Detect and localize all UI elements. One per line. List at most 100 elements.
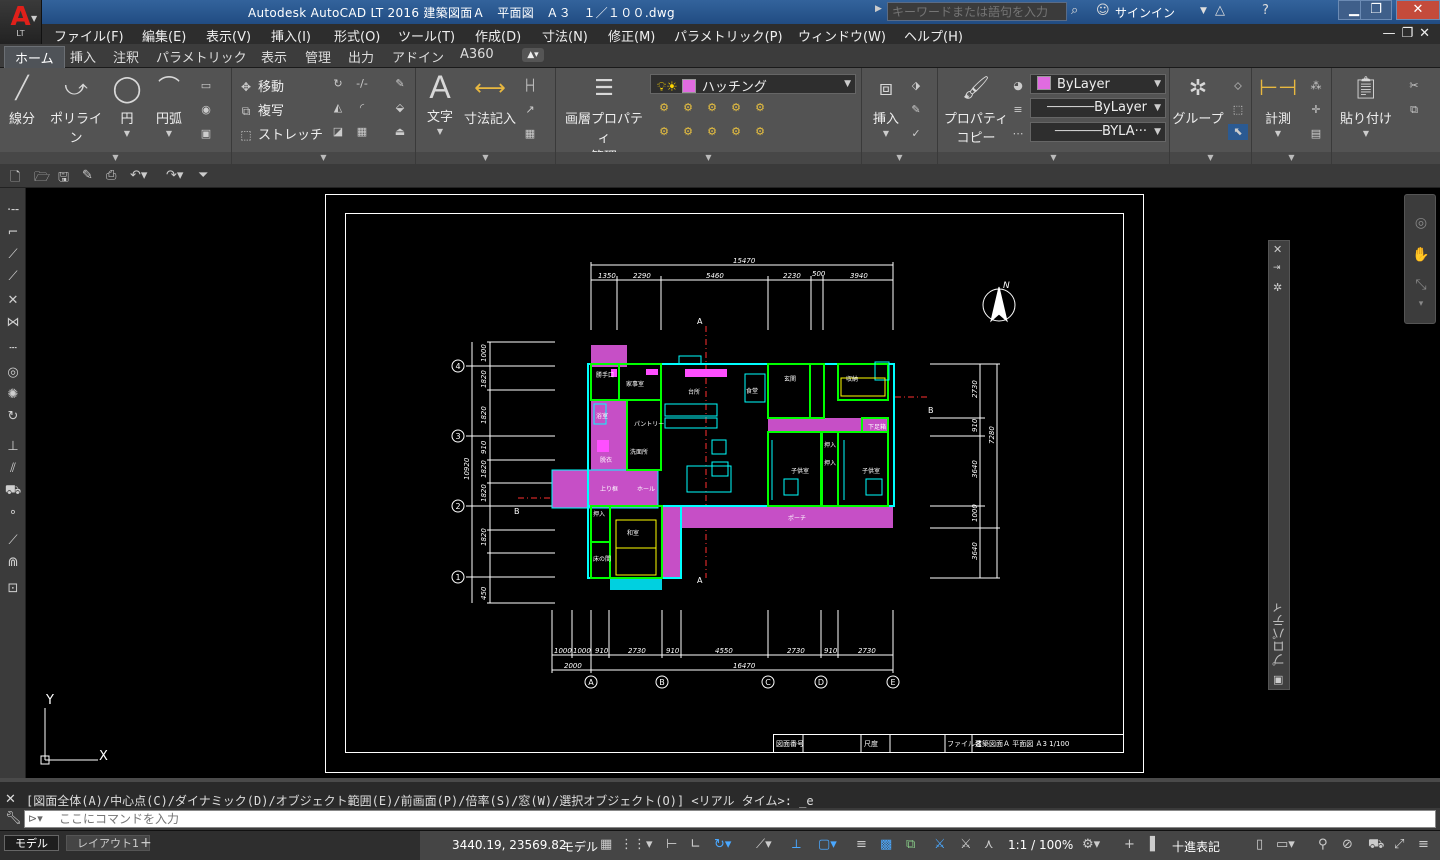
line-icon[interactable]: ·╌ — [4, 202, 22, 220]
isodraft-icon[interactable]: ↻▾ — [714, 837, 731, 852]
copy-clip-icon[interactable]: ⧉ — [1406, 102, 1422, 118]
layer-tool-icon[interactable]: ⚙ — [704, 100, 720, 116]
tab-model[interactable]: モデル — [4, 835, 59, 851]
groups-panel-expand[interactable]: ▼ — [1170, 152, 1251, 164]
polygon-icon[interactable]: ⟋ — [4, 268, 22, 286]
customize-qat-icon[interactable]: ⏷ — [198, 168, 208, 183]
ortho-icon[interactable]: ⊢ — [666, 837, 677, 852]
menu-file[interactable]: ファイル(F) — [54, 26, 124, 45]
annotation-visibility-icon[interactable]: ⚔ — [934, 837, 946, 852]
auto-hide-icon[interactable]: ⇥ — [1273, 263, 1281, 273]
line-button[interactable]: ╱ 線分 — [4, 74, 40, 127]
arc-icon[interactable]: ⋈ — [4, 314, 22, 332]
command-input[interactable] — [24, 810, 1436, 828]
snap-icon[interactable]: ⋮⋮▾ — [620, 837, 653, 852]
transparency-icon[interactable]: ▩ — [880, 837, 892, 852]
draw-panel-expand[interactable]: ▼ — [0, 152, 231, 164]
create-block-icon[interactable]: ⬗ — [908, 78, 924, 94]
leader-icon[interactable]: ↗ — [522, 102, 538, 118]
layer-tool-icon[interactable]: ⚙ — [656, 100, 672, 116]
circle-button[interactable]: ◯ 円 ▼ — [110, 74, 144, 138]
restore-button[interactable]: ❐ — [1360, 0, 1392, 20]
menu-tools[interactable]: ツール(T) — [398, 26, 455, 45]
explode-icon[interactable]: ⬙ — [392, 100, 408, 116]
cut-icon[interactable]: ✂ — [1406, 78, 1422, 94]
isolate-objects-icon[interactable]: ⚲ — [1318, 837, 1328, 852]
block-icon[interactable]: ⛟ — [4, 482, 22, 500]
paste-button[interactable]: 📋︎ 貼り付け ▼ — [1338, 74, 1394, 138]
layer-tool-icon[interactable]: ⚙ — [728, 100, 744, 116]
gear-icon[interactable]: ✲ — [1273, 281, 1282, 294]
undo-icon[interactable]: ↶▾ — [130, 168, 147, 183]
group-button[interactable]: ✲ グループ — [1172, 74, 1224, 127]
mirror-icon[interactable]: ◭ — [330, 100, 346, 116]
offset-icon[interactable]: ⏏ — [392, 124, 408, 140]
insert-block-button[interactable]: ⧈ 挿入 ▼ — [866, 74, 906, 138]
group-edit-icon[interactable]: ⬚ — [1230, 102, 1246, 118]
layer-tool-icon[interactable]: ⚙ — [752, 100, 768, 116]
spline-icon[interactable]: ↻ — [4, 408, 22, 426]
hatch-icon[interactable]: ◉ — [198, 102, 214, 118]
tab-annotate[interactable]: 注釈 — [113, 47, 139, 66]
object-snap-tracking-icon[interactable]: ⟋▾ — [756, 837, 772, 852]
block-panel-expand[interactable]: ▼ — [862, 152, 937, 164]
trim-icon[interactable]: -/- — [354, 76, 370, 92]
rotate-icon[interactable]: ↻ — [330, 76, 346, 92]
layer-tool-icon[interactable]: ⚙ — [752, 124, 768, 140]
dynamic-ucs-icon[interactable]: ▢▾ — [818, 837, 837, 852]
region-icon[interactable]: ▣ — [198, 126, 214, 142]
text-button[interactable]: A 文字 ▼ — [422, 71, 458, 136]
point-icon[interactable]: ✛ — [1308, 102, 1324, 118]
rectangle-icon[interactable]: ✕ — [4, 292, 22, 310]
object-snap-icon[interactable]: ⟂ — [792, 837, 801, 852]
help-icon[interactable]: ? — [1262, 3, 1269, 18]
annotation-monitor-icon[interactable]: + — [1124, 837, 1135, 852]
layer-tool-icon[interactable]: ⚙ — [656, 124, 672, 140]
annotation-scale-value[interactable]: 1:1 / 100% — [1008, 838, 1073, 852]
properties-panel-expand[interactable]: ▼ — [938, 152, 1169, 164]
quick-select-icon[interactable]: ⁂ — [1308, 78, 1324, 94]
xline-icon[interactable]: ⌐ — [4, 224, 22, 242]
signin-button[interactable]: サインイン — [1115, 4, 1175, 21]
search-expand-icon[interactable]: ▶ — [875, 4, 882, 14]
move-button[interactable]: ✥ 移動 — [238, 76, 284, 95]
exchange-icon[interactable]: △ — [1215, 3, 1225, 18]
tab-manage[interactable]: 管理 — [305, 47, 331, 66]
insert-icon[interactable]: ⫽ — [4, 460, 22, 478]
selection-cycling-icon[interactable]: ⧉ — [906, 837, 915, 852]
properties-palette-collapsed[interactable]: ✕ ⇥ ✲ プロパティ ▣ — [1268, 240, 1290, 690]
tab-view[interactable]: 表示 — [261, 47, 287, 66]
match-properties-button[interactable]: 🖌︎ プロパティ コピー — [940, 74, 1012, 146]
open-folder-icon[interactable]: 🗁︎ — [34, 168, 50, 190]
new-file-icon[interactable]: 🗋︎ — [10, 168, 20, 190]
fullscreen-icon[interactable]: ⤢ — [1394, 837, 1404, 852]
erase-icon[interactable]: ✎ — [392, 76, 408, 92]
help-search-input[interactable] — [887, 2, 1067, 21]
menu-parametric[interactable]: パラメトリック(P) — [674, 26, 783, 45]
layer-tool-icon[interactable]: ⚙ — [704, 124, 720, 140]
plot-icon[interactable]: ⎙ — [106, 168, 116, 183]
clipboard-panel-expand[interactable] — [1332, 152, 1440, 164]
linetype-dropdown[interactable]: ──────BYLA··· ▼ — [1030, 122, 1166, 142]
copy-button[interactable]: ⧉ 複写 — [238, 100, 284, 119]
redo-icon[interactable]: ↷▾ — [166, 168, 183, 183]
annotation-scale-icon[interactable]: ⋏ — [984, 837, 994, 852]
fillet-icon[interactable]: ◜ — [354, 100, 370, 116]
revcloud-icon[interactable]: ✺ — [4, 386, 22, 404]
edit-block-icon[interactable]: ✎ — [908, 102, 924, 118]
array-icon[interactable]: ▦ — [354, 124, 370, 140]
layer-tool-icon[interactable]: ⚙ — [680, 124, 696, 140]
layer-tool-icon[interactable]: ⚙ — [728, 124, 744, 140]
ellipse-icon[interactable]: ⊥ — [4, 438, 22, 456]
tab-addins[interactable]: アドイン — [392, 47, 444, 66]
scale-icon[interactable]: ◪ — [330, 124, 346, 140]
save-as-icon[interactable]: ✎ — [82, 168, 93, 183]
circle-icon[interactable]: ◎ — [4, 364, 22, 382]
ribbon-minimize-toggle[interactable]: ▲▾ — [522, 48, 544, 62]
polar-icon[interactable]: ∟ — [690, 837, 701, 852]
table-icon[interactable]: ▦ — [522, 126, 538, 142]
clean-screen-icon[interactable]: ⛟ — [1368, 837, 1384, 854]
polyline-button[interactable]: ⤻ ポリライン — [44, 74, 108, 146]
pan-hand-icon[interactable]: ✋ — [1412, 247, 1430, 265]
modify-panel-expand[interactable]: ▼ — [232, 152, 415, 164]
